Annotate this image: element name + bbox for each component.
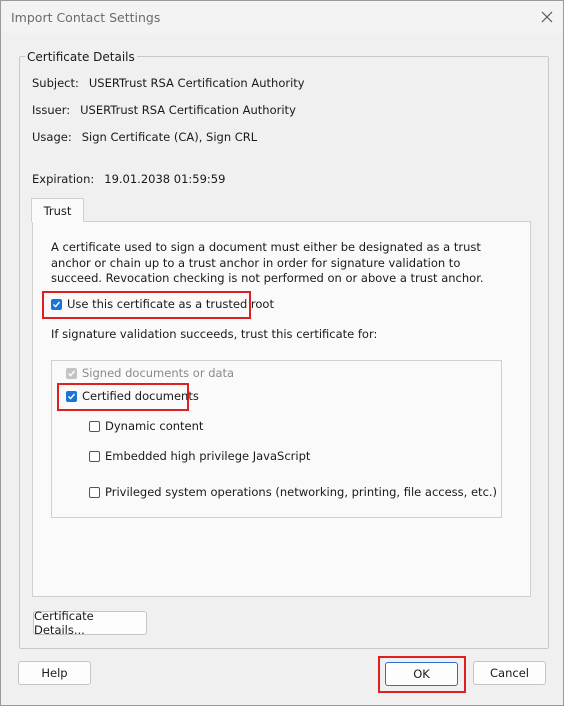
embedded-js-checkbox-row[interactable]: Embedded high privilege JavaScript	[89, 449, 310, 463]
issuer-value: USERTrust RSA Certification Authority	[80, 103, 296, 117]
trust-description: A certificate used to sign a document mu…	[51, 240, 484, 285]
cancel-button[interactable]: Cancel	[473, 661, 546, 685]
expiration-label: Expiration:	[32, 172, 95, 186]
usage-field: Usage: Sign Certificate (CA), Sign CRL	[32, 130, 257, 144]
signed-docs-checkbox-row: Signed documents or data	[66, 366, 234, 380]
certificate-details-button[interactable]: Certificate Details...	[33, 609, 147, 637]
check-icon	[53, 301, 61, 308]
trust-for-label: If signature validation succeeds, trust …	[51, 327, 378, 341]
certified-docs-checkbox[interactable]	[66, 390, 77, 402]
subject-field: Subject: USERTrust RSA Certification Auth…	[32, 76, 305, 90]
use-root-checkbox[interactable]	[51, 298, 62, 310]
tab-trust-label: Trust	[43, 203, 72, 218]
embedded-js-label: Embedded high privilege JavaScript	[105, 449, 311, 463]
signed-docs-checkbox	[66, 367, 77, 379]
check-icon	[68, 393, 76, 400]
expiration-field: Expiration: 19.01.2038 01:59:59	[32, 172, 225, 186]
subject-label: Subject:	[32, 76, 79, 90]
ok-button[interactable]: OK	[385, 662, 458, 686]
help-button[interactable]: Help	[18, 661, 91, 685]
dialog-title: Import Contact Settings	[11, 10, 161, 25]
embedded-js-checkbox[interactable]	[89, 450, 100, 462]
usage-value: Sign Certificate (CA), Sign CRL	[81, 130, 258, 144]
dynamic-content-checkbox[interactable]	[89, 420, 100, 432]
group-legend: Certificate Details	[25, 50, 137, 64]
tab-trust[interactable]: Trust	[31, 198, 84, 222]
dynamic-content-checkbox-row[interactable]: Dynamic content	[89, 419, 203, 433]
issuer-label: Issuer:	[32, 103, 71, 117]
close-button[interactable]	[535, 5, 559, 29]
expiration-value: 19.01.2038 01:59:59	[104, 172, 226, 186]
close-icon	[541, 11, 553, 23]
signed-docs-label: Signed documents or data	[82, 366, 235, 380]
use-root-checkbox-row[interactable]: Use this certificate as a trusted root	[51, 297, 274, 311]
dynamic-content-label: Dynamic content	[105, 419, 204, 433]
subject-value: USERTrust RSA Certification Authority	[88, 76, 305, 90]
privileged-ops-label: Privileged system operations (networking…	[105, 485, 498, 499]
privileged-ops-checkbox[interactable]	[89, 486, 100, 498]
certified-docs-label: Certified documents	[82, 389, 199, 403]
issuer-field: Issuer: USERTrust RSA Certification Autho…	[32, 103, 296, 117]
check-icon	[68, 370, 76, 377]
use-root-label: Use this certificate as a trusted root	[67, 297, 274, 311]
title-bar: Import Contact Settings	[1, 1, 563, 33]
privileged-ops-checkbox-row[interactable]: Privileged system operations (networking…	[89, 485, 497, 499]
certified-docs-checkbox-row[interactable]: Certified documents	[66, 389, 199, 403]
usage-label: Usage:	[32, 130, 72, 144]
